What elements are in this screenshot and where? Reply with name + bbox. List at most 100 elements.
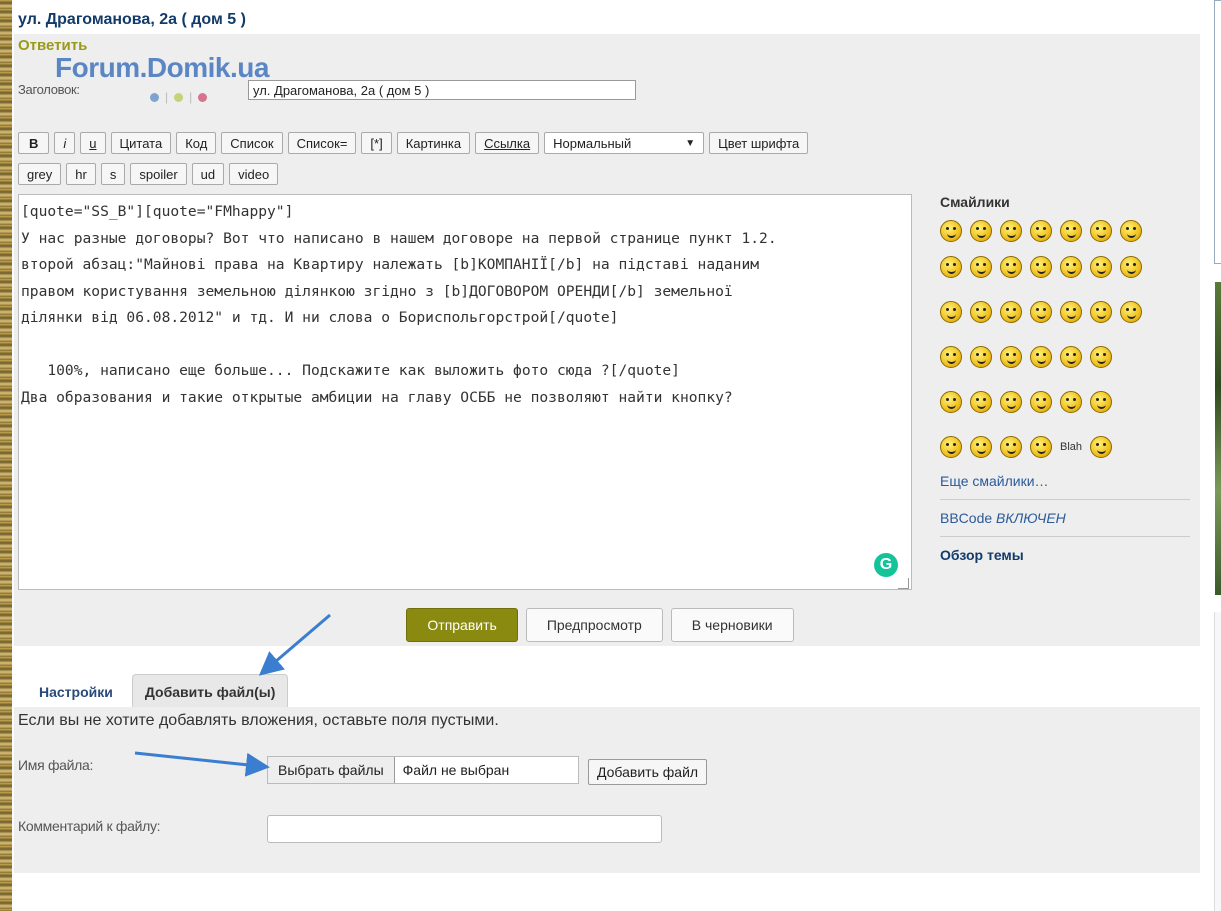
dropdown-arrow-icon: ▼ [685, 137, 696, 149]
post-tabs: Настройки Добавить файл(ы) [26, 674, 289, 709]
topic-title[interactable]: ул. Драгоманова, 2а ( дом 5 ) [18, 11, 246, 29]
message-line: 100%, написано еще больше... Подскажите … [21, 362, 680, 379]
smile-icon[interactable] [1060, 255, 1082, 278]
no-file-text: Файл не выбран [402, 762, 510, 778]
ordered-list-button[interactable]: Список= [287, 132, 357, 154]
smile-icon[interactable] [1000, 300, 1022, 323]
smile-icon[interactable] [970, 390, 992, 413]
italic-button[interactable]: i [54, 132, 76, 154]
smile-icon[interactable] [1030, 255, 1052, 278]
attachments-panel [14, 707, 1200, 873]
left-decorative-strip [0, 0, 12, 911]
image-button[interactable]: Картинка [396, 132, 471, 154]
filename-label: Имя файла: [18, 757, 94, 773]
spoiler-button[interactable]: spoiler [130, 163, 187, 185]
angry-smile-icon[interactable] [1090, 345, 1112, 368]
sign-smile-icon[interactable] [970, 435, 992, 458]
message-textarea[interactable]: [quote="SS_B"][quote="FMhappy"] У нас раз… [18, 194, 912, 590]
thumbs-up-icon[interactable] [1120, 255, 1142, 278]
smilies-row [940, 244, 1190, 289]
smile-icon[interactable] [940, 390, 962, 413]
color-dots: | | [144, 90, 213, 104]
video-button[interactable]: video [229, 163, 279, 185]
strike-button[interactable]: s [100, 163, 126, 185]
smile-icon[interactable] [1030, 300, 1052, 323]
smile-icon[interactable] [970, 255, 992, 278]
quote-button[interactable]: Цитата [110, 132, 172, 154]
list-item-button[interactable]: [*] [361, 132, 392, 154]
smilies-title: Смайлики [940, 194, 1010, 210]
choose-files-button[interactable]: Выбрать файлы [268, 757, 395, 783]
preview-button[interactable]: Предпросмотр [525, 608, 663, 642]
ud-button[interactable]: ud [191, 163, 225, 185]
resize-handle[interactable] [898, 578, 909, 589]
smile-icon[interactable] [970, 300, 992, 323]
message-line: правом користування земельною ділянкою з… [21, 282, 733, 300]
underline-button[interactable]: u [80, 132, 106, 154]
blah-smile-label[interactable]: Blah [1060, 441, 1082, 453]
smile-icon[interactable] [940, 220, 962, 242]
smile-icon[interactable] [940, 345, 962, 368]
smile-icon[interactable] [1000, 435, 1022, 458]
smile-icon[interactable] [1060, 220, 1082, 242]
sad-smile-icon[interactable] [1090, 390, 1112, 413]
bbcode-status[interactable]: BBCode ВКЛЮЧЕН [940, 510, 1190, 526]
smile-icon[interactable] [1060, 390, 1082, 413]
smile-icon[interactable] [970, 220, 992, 242]
smilies-row [940, 334, 1190, 379]
graduate-smile-icon[interactable] [970, 345, 992, 368]
smile-icon[interactable] [1120, 300, 1142, 323]
submit-buttons: Отправить Предпросмотр В черновики [0, 608, 1200, 642]
file-comment-input[interactable] [267, 815, 662, 843]
code-button[interactable]: Код [176, 132, 217, 154]
smile-icon[interactable] [1000, 255, 1022, 278]
bold-button[interactable]: B [18, 132, 50, 154]
smilies-panel: Смайлики Blah Еще смайлики… BBCode ВКЛЮЧ… [940, 194, 1190, 563]
smile-icon[interactable] [1030, 220, 1052, 242]
sad-smile-icon[interactable] [1060, 345, 1082, 368]
green-dot-icon [174, 93, 184, 103]
smile-icon[interactable] [1090, 220, 1112, 242]
grammarly-icon[interactable]: G [874, 553, 898, 577]
bbcode-toolbar: B i u Цитата Код Список Список= [*] Карт… [18, 132, 809, 154]
file-input[interactable]: Выбрать файлы Файл не выбран [267, 756, 579, 784]
font-size-select[interactable]: Нормальный ▼ [544, 132, 705, 154]
message-line: второй абзац:"Майнові права на Квартиру … [21, 256, 760, 273]
smilies-row [940, 379, 1190, 424]
right-side-panel [1214, 612, 1221, 911]
link-button[interactable]: Ссылка [475, 132, 540, 154]
thumbs-down-icon[interactable] [1090, 435, 1113, 458]
divider [940, 499, 1190, 500]
smile-icon[interactable] [940, 255, 962, 278]
message-line: ділянки від 06.08.2012" и тд. И ни слова… [21, 309, 619, 326]
smile-icon[interactable] [1090, 255, 1112, 278]
sleepy-smile-icon[interactable] [1090, 300, 1112, 323]
hr-button[interactable]: hr [66, 163, 96, 185]
save-draft-button[interactable]: В черновики [670, 608, 794, 642]
subject-label: Заголовок: [18, 82, 80, 97]
smile-icon[interactable] [940, 435, 962, 458]
smile-icon[interactable] [1030, 435, 1052, 458]
font-color-button[interactable]: Цвет шрифта [709, 132, 809, 154]
topic-review-link[interactable]: Обзор темы [940, 547, 1190, 563]
subject-input[interactable] [248, 80, 636, 100]
submit-button[interactable]: Отправить [406, 608, 518, 642]
tab-settings[interactable]: Настройки [26, 674, 126, 709]
tab-add-files[interactable]: Добавить файл(ы) [131, 674, 289, 709]
cool-smile-icon[interactable] [1120, 220, 1142, 242]
wizard-smile-icon[interactable] [1000, 345, 1022, 368]
smile-icon[interactable] [1000, 390, 1022, 413]
custom-bbcode-toolbar: grey hr s spoiler ud video [18, 163, 279, 185]
smile-icon[interactable] [1000, 220, 1022, 242]
list-button[interactable]: Список [221, 132, 283, 154]
smile-icon[interactable] [1030, 345, 1052, 368]
attachments-hint: Если вы не хотите добавлять вложения, ос… [18, 712, 499, 729]
pink-dot-icon [198, 93, 208, 103]
smile-icon[interactable] [940, 300, 962, 323]
grey-button[interactable]: grey [18, 163, 62, 185]
smile-icon[interactable] [1030, 390, 1052, 413]
more-smilies-link[interactable]: Еще смайлики… [940, 473, 1190, 489]
smile-icon[interactable] [1060, 300, 1082, 323]
message-line: Два образования и такие открытые амбиции… [21, 388, 733, 406]
add-file-button[interactable]: Добавить файл [588, 759, 708, 785]
